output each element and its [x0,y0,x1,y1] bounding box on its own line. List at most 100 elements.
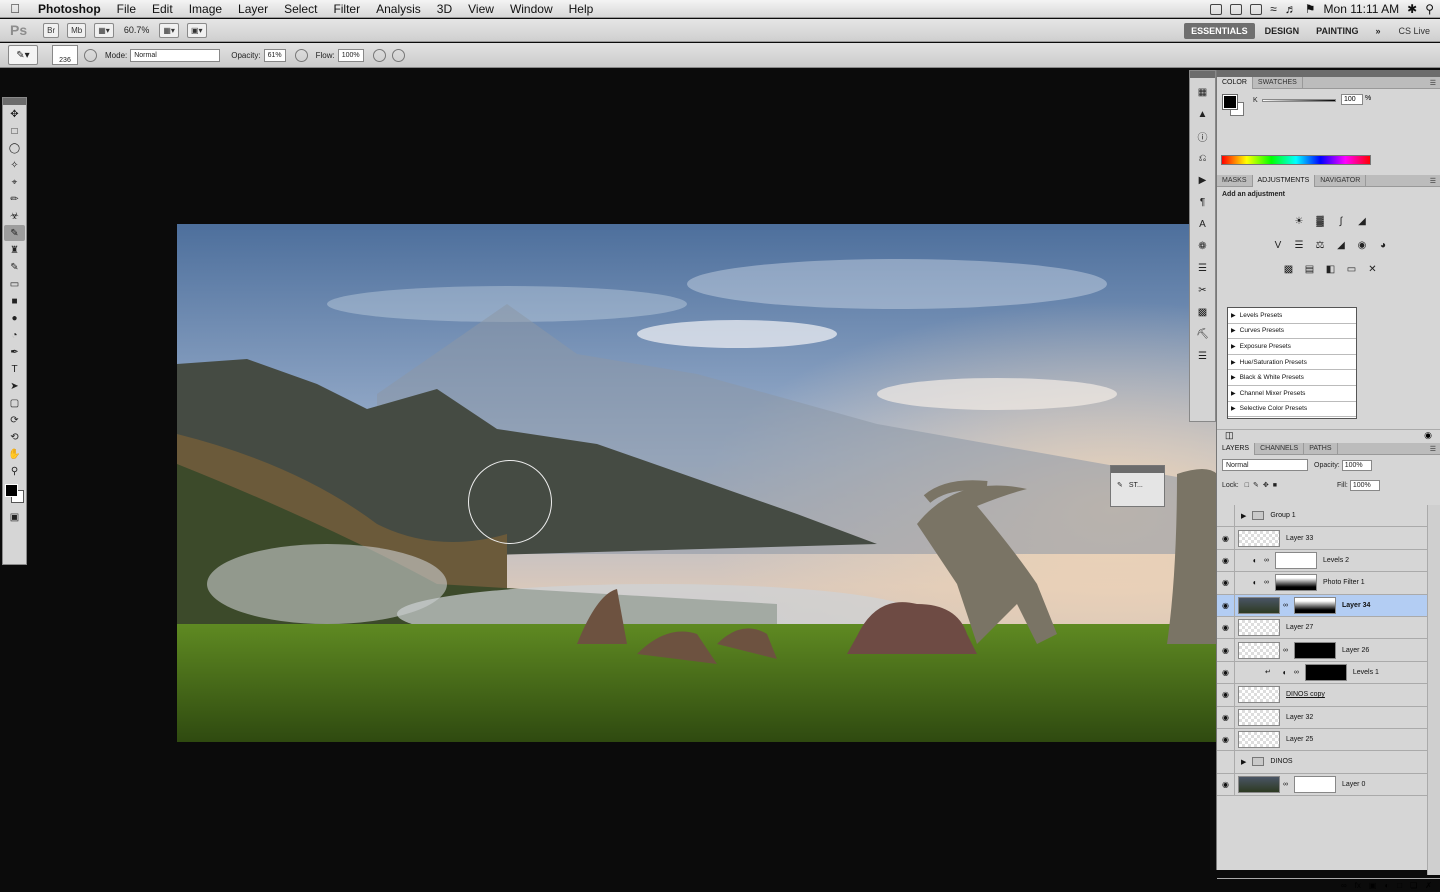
visibility-toggle[interactable] [1217,505,1235,527]
layer-comps-icon[interactable]: ▩ [1195,305,1210,319]
zoom-level[interactable]: 60.7% [124,25,150,35]
layer-row[interactable]: ◉ ↵ ◐ ∞ Levels 1 [1217,661,1428,685]
chain-link-icon[interactable]: ∞ [1294,669,1299,676]
tool-presets-panel-icon[interactable]: ⛏ [1195,327,1210,341]
menu-app[interactable]: Photoshop [30,2,109,16]
preset-item[interactable]: ▶ Selective Color Presets [1228,402,1356,418]
quick-mask-icon[interactable]: ▣ [4,509,25,525]
clone-source-icon[interactable]: ✂ [1195,283,1210,297]
preset-item[interactable]: ▶ Hue/Saturation Presets [1228,355,1356,371]
blur-tool-icon[interactable]: ● [4,310,25,326]
eye-icon[interactable]: ◉ [1217,661,1235,684]
chain-link-icon[interactable]: ∞ [1264,579,1269,586]
foreground-color-swatch[interactable] [5,484,18,497]
menu-view[interactable]: View [460,2,502,16]
levels-icon[interactable]: ▓ [1313,214,1328,228]
eyedropper-tool-icon[interactable]: ✏ [4,191,25,207]
foreground-color-swatch[interactable] [1222,94,1238,110]
notes-panel-icon[interactable]: ☰ [1195,349,1210,363]
path-selection-tool-icon[interactable]: ➤ [4,378,25,394]
clone-stamp-tool-icon[interactable]: ♜ [4,242,25,258]
tab-layers[interactable]: LAYERS [1217,442,1256,455]
marquee-tool-icon[interactable]: □ [4,123,25,139]
hue-saturation-icon[interactable]: ☰ [1292,238,1307,252]
add-mask-icon[interactable]: ▣ [1369,881,1377,890]
vibrance-icon[interactable]: V [1271,238,1286,252]
tab-color[interactable]: COLOR [1217,76,1253,89]
panel-menu-icon[interactable]: ☰ [1430,79,1436,87]
layer-row[interactable]: ▶ Group 1 [1217,505,1428,528]
screen-mode-button[interactable]: ▣▾ [186,22,207,38]
tool-preset-picker[interactable]: ✎▾ [8,45,38,65]
layer-row[interactable]: ◉ ∞ Layer 26 [1217,639,1428,662]
view-extras-button[interactable]: ▦▾ [94,22,114,38]
expand-triangle-icon[interactable]: ▶ [1231,359,1236,366]
tab-channels[interactable]: CHANNELS [1255,442,1305,455]
preset-item[interactable]: ▶ Black & White Presets [1228,370,1356,386]
preset-item[interactable]: ▶ Levels Presets [1228,308,1356,324]
healing-brush-tool-icon[interactable]: ☣ [4,208,25,224]
histogram-panel-icon[interactable]: ▲ [1195,107,1210,121]
type-tool-icon[interactable]: T [4,361,25,377]
layer-style-icon[interactable]: fx [1355,881,1361,890]
preset-item[interactable]: ▶ Curves Presets [1228,324,1356,340]
wifi-icon[interactable]: ≈ [1270,2,1277,16]
panel-menu-icon[interactable]: ☰ [1430,177,1436,185]
brush-presets-icon[interactable]: ❁ [1195,239,1210,253]
eye-icon[interactable]: ◉ [1217,594,1235,616]
layer-row[interactable]: ▶ DINOS [1217,751,1428,774]
pressure-opacity-icon[interactable] [294,48,308,62]
layer-mask-thumbnail[interactable] [1294,596,1336,614]
eye-icon[interactable]: ◉ [1217,527,1235,549]
status-icon[interactable] [1250,3,1263,15]
workspace-more-button[interactable]: » [1368,23,1387,39]
menu-edit[interactable]: Edit [144,2,181,16]
panel-strip-header[interactable] [1190,71,1215,78]
preset-item[interactable]: ▶ Exposure Presets [1228,339,1356,355]
brightness-contrast-icon[interactable]: ☀ [1292,214,1307,228]
history-panel-icon[interactable]: ⎌ [1195,151,1210,165]
expand-triangle-icon[interactable]: ▶ [1231,405,1236,412]
layer-row[interactable]: ◉ Layer 32 [1217,706,1428,729]
zoom-tool-icon[interactable]: ⚲ [4,463,25,479]
expand-triangle-icon[interactable]: ▶ [1231,327,1236,334]
eye-icon[interactable]: ◉ [1217,773,1235,796]
lock-transparency-icon[interactable]: □ [1245,482,1249,489]
eraser-tool-icon[interactable]: ▭ [4,276,25,292]
layer-mask-thumbnail[interactable] [1294,641,1336,659]
cs-live-button[interactable]: CS Live [1398,26,1430,36]
lock-all-icon[interactable]: ■ [1273,482,1277,489]
tab-swatches[interactable]: SWATCHES [1253,76,1303,89]
threshold-icon[interactable]: ◧ [1323,262,1338,276]
disclosure-triangle-icon[interactable]: ▶ [1241,758,1246,766]
layer-row[interactable]: ◉ Layer 33 [1217,527,1428,550]
layer-row[interactable]: ◉ ◐ ∞ Photo Filter 1 [1217,572,1428,595]
chain-link-icon[interactable]: ∞ [1283,647,1288,654]
layers-scrollbar[interactable] [1427,505,1440,875]
crop-tool-icon[interactable]: ⌖ [4,174,25,190]
arrange-documents-button[interactable]: ▦▾ [159,22,179,38]
eye-icon[interactable]: ◉ [1217,616,1235,639]
layer-row[interactable]: ◉ Layer 25 [1217,728,1428,752]
mini-bridge-button[interactable]: Mb [67,22,87,38]
volume-icon[interactable]: ♬ [1285,2,1297,16]
new-group-icon[interactable]: □ [1397,881,1402,890]
document-canvas[interactable] [177,224,1217,742]
mode-select[interactable]: Normal [130,48,221,62]
eye-icon[interactable]: ◉ [1217,549,1235,572]
layer-row[interactable]: ◉ DINOS copy [1217,684,1428,707]
layer-mask-thumbnail[interactable] [1275,574,1317,592]
pressure-size-icon[interactable] [391,48,405,62]
layer-mask-thumbnail[interactable] [1275,551,1317,569]
menu-filter[interactable]: Filter [325,2,368,16]
chain-link-icon[interactable]: ∞ [1264,557,1269,564]
trash-icon[interactable]: ✗ [1425,881,1432,890]
menu-clock[interactable]: Mon 11:11 AM [1324,2,1400,16]
tools-panel-header[interactable] [3,98,26,105]
bridge-button[interactable]: Br [43,22,60,38]
gradient-map-icon[interactable]: ▭ [1344,262,1359,276]
layer-mask-thumbnail[interactable] [1304,663,1347,681]
airbrush-icon[interactable] [372,48,386,62]
tab-adjustments[interactable]: ADJUSTMENTS [1252,174,1316,187]
menu-image[interactable]: Image [181,2,230,16]
